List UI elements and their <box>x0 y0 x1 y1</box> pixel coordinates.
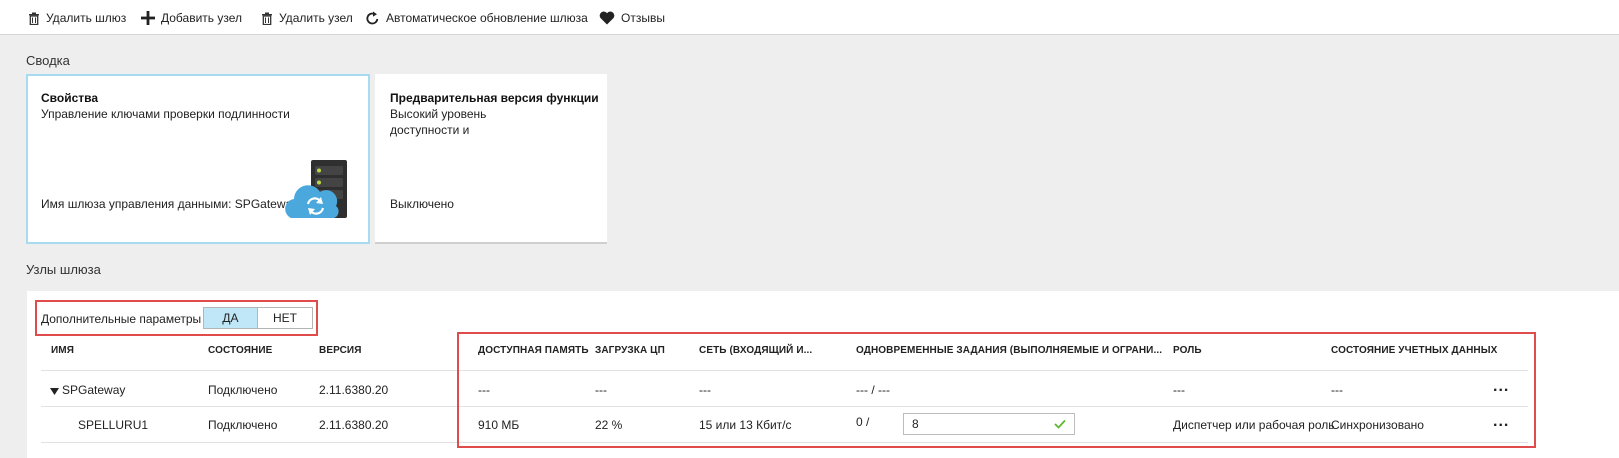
plus-icon <box>141 11 155 25</box>
trash-icon <box>29 12 39 25</box>
row-name: SPGateway <box>62 383 126 397</box>
properties-title: Свойства <box>41 91 99 105</box>
row-network: --- <box>699 383 711 397</box>
gateway-nodes-heading: Узлы шлюза <box>26 262 101 277</box>
column-header-status[interactable]: СОСТОЯНИЕ <box>208 345 272 356</box>
gateway-name-label: Имя шлюза управления данными: SPGateway <box>41 197 299 211</box>
refresh-icon <box>366 11 379 24</box>
column-header-credentials[interactable]: СОСТОЯНИЕ УЧЕТНЫХ ДАННЫХ <box>1331 345 1497 356</box>
heart-icon <box>599 11 615 25</box>
row-status: Подключено <box>208 383 278 397</box>
row-cpu: --- <box>595 383 607 397</box>
row-credentials: --- <box>1331 383 1343 397</box>
column-header-jobs[interactable]: ОДНОВРЕМЕННЫЕ ЗАДАНИЯ (ВЫПОЛНЯЕМЫЕ И ОГР… <box>856 345 1162 356</box>
row-memory: 910 МБ <box>478 418 520 432</box>
delete-gateway-label: Удалить шлюз <box>46 11 127 25</box>
toggle-yes[interactable]: ДА <box>204 308 258 328</box>
advanced-settings-label: Дополнительные параметры <box>41 312 202 326</box>
delete-node-button[interactable]: Удалить узел <box>261 9 353 27</box>
column-header-name[interactable]: ИМЯ <box>51 345 74 356</box>
row-more-button[interactable]: ... <box>1493 413 1509 431</box>
row-credentials: Синхронизовано <box>1331 418 1424 432</box>
feature-preview-tile[interactable]: Предварительная версия функции Высокий у… <box>375 74 607 244</box>
row-version: 2.11.6380.20 <box>319 418 389 432</box>
row-cpu: 22 % <box>595 418 623 432</box>
feedback-label: Отзывы <box>621 11 665 25</box>
add-node-label: Добавить узел <box>161 11 243 25</box>
properties-subtitle: Управление ключами проверки подлинности <box>41 107 290 121</box>
auto-update-label: Автоматическое обновление шлюза <box>386 11 588 25</box>
properties-tile[interactable]: Свойства Управление ключами проверки под… <box>26 74 370 244</box>
row-role: Диспетчер или рабочая роль <box>1173 418 1335 432</box>
row-more-button[interactable]: ... <box>1493 378 1509 396</box>
concurrent-jobs-limit-field[interactable] <box>903 413 1075 435</box>
row-jobs-prefix: 0 / <box>856 415 870 429</box>
delete-node-label: Удалить узел <box>279 11 353 25</box>
row-memory: --- <box>478 383 490 397</box>
column-header-network[interactable]: СЕТЬ (ВХОДЯЩИЙ И... <box>699 345 812 356</box>
summary-heading: Сводка <box>26 53 70 68</box>
gateway-server-cloud-icon <box>285 160 347 218</box>
column-header-cpu[interactable]: ЗАГРУЗКА ЦП <box>595 345 665 356</box>
row-jobs: --- / --- <box>856 383 890 397</box>
row-name: SPELLURU1 <box>78 418 149 432</box>
column-header-role[interactable]: РОЛЬ <box>1173 345 1202 356</box>
trash-icon <box>262 12 272 25</box>
delete-gateway-button[interactable]: Удалить шлюз <box>28 9 126 27</box>
column-header-version[interactable]: ВЕРСИЯ <box>319 345 362 356</box>
row-divider <box>41 406 1528 407</box>
command-bar: Удалить шлюз Добавить узел Удалить узел … <box>0 0 1619 35</box>
feature-preview-line2: доступности и <box>390 123 470 137</box>
row-network: 15 или 13 Кбит/с <box>699 418 792 432</box>
row-role: --- <box>1173 383 1185 397</box>
feature-preview-title: Предварительная версия функции <box>390 91 599 105</box>
feature-preview-status: Выключено <box>390 197 454 211</box>
column-header-memory[interactable]: ДОСТУПНАЯ ПАМЯТЬ <box>478 345 589 356</box>
row-divider <box>41 442 1528 443</box>
advanced-settings-toggle: ДА НЕТ <box>203 307 313 329</box>
checkmark-icon <box>1054 419 1066 429</box>
expand-triangle-icon[interactable] <box>50 388 59 395</box>
add-node-button[interactable]: Добавить узел <box>141 9 242 27</box>
feature-preview-line1: Высокий уровень <box>390 107 487 121</box>
header-divider <box>41 370 1528 371</box>
auto-update-button[interactable]: Автоматическое обновление шлюза <box>365 9 588 27</box>
concurrent-jobs-limit-input[interactable] <box>904 414 1044 434</box>
row-version: 2.11.6380.20 <box>319 383 389 397</box>
feedback-button[interactable]: Отзывы <box>599 9 665 27</box>
row-status: Подключено <box>208 418 278 432</box>
toggle-no[interactable]: НЕТ <box>258 308 312 328</box>
